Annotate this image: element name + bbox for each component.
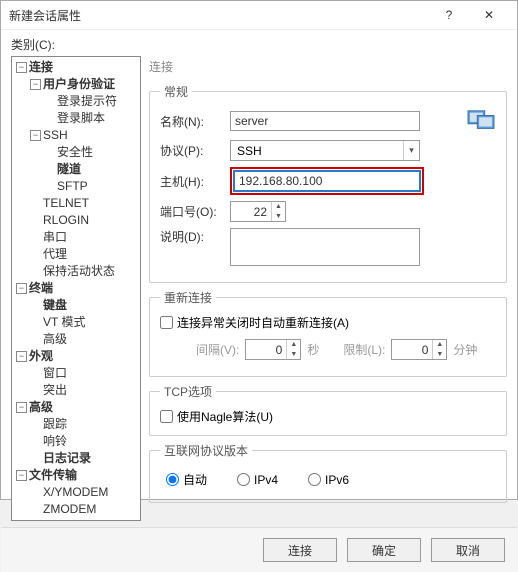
tree-window[interactable]: 窗口 [28, 365, 140, 382]
collapse-icon[interactable]: − [16, 283, 27, 294]
collapse-icon[interactable]: − [16, 402, 27, 413]
tree-login-script[interactable]: 登录脚本 [42, 110, 140, 127]
dialog: 新建会话属性 ? ✕ 类别(C): −连接 −用户身份验证 登录提示符 登录脚本 [0, 0, 518, 500]
host-highlight [230, 167, 424, 195]
reconnect-checkbox-label: 连接异常关闭时自动重新连接(A) [177, 314, 349, 331]
collapse-icon[interactable]: − [30, 79, 41, 90]
radio-ipv6[interactable]: IPv6 [308, 473, 349, 487]
tree-serial[interactable]: 串口 [28, 229, 140, 246]
reconnect-checkbox[interactable] [160, 316, 173, 329]
dialog-title: 新建会话属性 [9, 7, 429, 24]
help-button[interactable]: ? [429, 1, 469, 29]
port-input[interactable] [231, 202, 271, 221]
titlebar: 新建会话属性 ? ✕ [1, 1, 517, 30]
footer: 连接 确定 取消 [1, 527, 517, 572]
radio-ipv4[interactable]: IPv4 [237, 473, 278, 487]
category-label: 类别(C): [11, 36, 507, 53]
tree-security[interactable]: 安全性 [42, 144, 140, 161]
nagle-label: 使用Nagle算法(U) [177, 408, 273, 425]
port-label: 端口号(O): [160, 203, 224, 220]
tree-telnet[interactable]: TELNET [28, 195, 140, 212]
dialog-body: 类别(C): −连接 −用户身份验证 登录提示符 登录脚本 [1, 30, 517, 527]
tree-terminal[interactable]: −终端 [14, 280, 140, 297]
tree-highlight[interactable]: 突出 [28, 382, 140, 399]
collapse-icon[interactable]: − [16, 351, 27, 362]
spin-up-icon[interactable]: ▲ [272, 202, 285, 212]
ipver-group: 互联网协议版本 自动 IPv4 IPv6 [149, 442, 507, 503]
collapse-icon[interactable]: − [30, 130, 41, 141]
interval-spinner: ▲▼ [245, 339, 301, 360]
host-label: 主机(H): [160, 173, 224, 190]
tree-proxy[interactable]: 代理 [28, 246, 140, 263]
port-spinner[interactable]: ▲▼ [230, 201, 286, 222]
interval-label: 间隔(V): [196, 341, 239, 358]
desc-input[interactable] [230, 228, 420, 266]
limit-label: 限制(L): [343, 341, 385, 358]
protocol-label: 协议(P): [160, 142, 224, 159]
tree-advanced2[interactable]: −高级 [14, 399, 140, 416]
tree-rlogin[interactable]: RLOGIN [28, 212, 140, 229]
tree-advanced1[interactable]: 高级 [28, 331, 140, 348]
right-panel: 连接 常规 名称(N): 协议(P): SSH ▾ [149, 56, 507, 521]
tree-log[interactable]: 日志记录 [28, 450, 140, 467]
reconnect-legend: 重新连接 [160, 289, 216, 306]
connect-button[interactable]: 连接 [263, 538, 337, 562]
protocol-combo[interactable]: SSH ▾ [230, 140, 420, 161]
tree-connection[interactable]: −连接 [14, 59, 140, 76]
tree-keyboard[interactable]: 键盘 [28, 297, 140, 314]
tree-xymodem[interactable]: X/YMODEM [28, 484, 140, 501]
desc-label: 说明(D): [160, 228, 224, 245]
name-input[interactable] [230, 111, 420, 131]
tree-appearance[interactable]: −外观 [14, 348, 140, 365]
collapse-icon[interactable]: − [16, 470, 27, 481]
chevron-down-icon: ▾ [403, 141, 419, 160]
tcp-group: TCP选项 使用Nagle算法(U) [149, 383, 507, 436]
main-area: −连接 −用户身份验证 登录提示符 登录脚本 −SSH [11, 56, 507, 521]
tree-auth[interactable]: −用户身份验证 [28, 76, 140, 93]
tree-keepalive[interactable]: 保持活动状态 [28, 263, 140, 280]
collapse-icon[interactable]: − [16, 62, 27, 73]
host-input[interactable] [234, 171, 420, 191]
category-tree[interactable]: −连接 −用户身份验证 登录提示符 登录脚本 −SSH [11, 56, 141, 521]
panel-title: 连接 [149, 56, 507, 77]
tree-tunnel[interactable]: 隧道 [42, 161, 140, 178]
close-button[interactable]: ✕ [469, 1, 509, 29]
reconnect-group: 重新连接 连接异常关闭时自动重新连接(A) 间隔(V): ▲▼ 秒 [149, 289, 507, 377]
general-legend: 常规 [160, 83, 192, 100]
tree-zmodem[interactable]: ZMODEM [28, 501, 140, 518]
spin-down-icon[interactable]: ▼ [272, 212, 285, 222]
ipver-legend: 互联网协议版本 [160, 442, 252, 459]
tree-bell[interactable]: 响铃 [28, 433, 140, 450]
ok-button[interactable]: 确定 [347, 538, 421, 562]
tcp-legend: TCP选项 [160, 383, 216, 400]
radio-auto[interactable]: 自动 [166, 471, 207, 488]
limit-spinner: ▲▼ [391, 339, 447, 360]
general-group: 常规 名称(N): 协议(P): SSH ▾ [149, 83, 507, 283]
tree-sftp[interactable]: SFTP [42, 178, 140, 195]
tree-filetransfer[interactable]: −文件传输 [14, 467, 140, 484]
tree-login-prompt[interactable]: 登录提示符 [42, 93, 140, 110]
min-label: 分钟 [453, 341, 477, 358]
tree-vt[interactable]: VT 模式 [28, 314, 140, 331]
cancel-button[interactable]: 取消 [431, 538, 505, 562]
sec-label: 秒 [307, 341, 319, 358]
computer-icon [466, 108, 496, 134]
name-label: 名称(N): [160, 113, 224, 130]
tree-ssh[interactable]: −SSH [28, 127, 140, 144]
nagle-checkbox[interactable] [160, 410, 173, 423]
tree-trace[interactable]: 跟踪 [28, 416, 140, 433]
